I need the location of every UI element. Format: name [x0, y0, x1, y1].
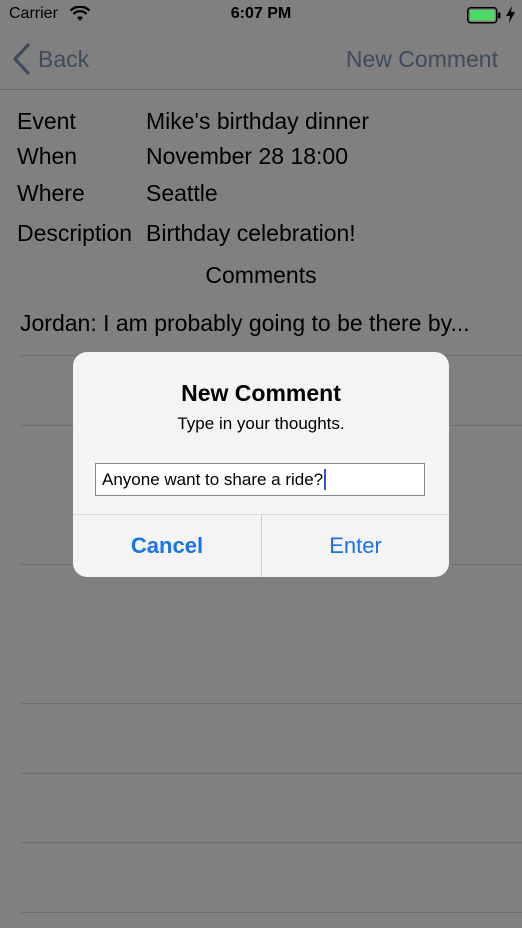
cancel-button[interactable]: Cancel [73, 515, 261, 577]
battery-icon [467, 7, 503, 29]
charging-bolt-icon [506, 6, 515, 28]
status-bar: Carrier 6:07 PM [0, 0, 522, 30]
enter-button[interactable]: Enter [262, 515, 449, 577]
when-value: November 28 18:00 [146, 143, 349, 169]
alert-message: Type in your thoughts. [177, 414, 345, 433]
back-button[interactable]: Back [12, 42, 89, 76]
comment-item[interactable]: Jordan: I am probably going to be there … [20, 310, 510, 337]
list-separator [21, 703, 522, 704]
event-value: Mike's birthday dinner [146, 108, 369, 134]
chevron-left-icon [13, 43, 30, 75]
nav-title: New Comment [345, 46, 498, 72]
text-caret [324, 469, 327, 490]
list-separator [21, 773, 522, 774]
comments-heading: Comments [205, 262, 317, 288]
list-separator [21, 842, 522, 843]
event-label: Event [17, 108, 76, 134]
new-comment-alert: New Comment Type in your thoughts. Anyon… [73, 352, 449, 577]
status-time: 6:07 PM [230, 5, 292, 22]
where-label: Where [17, 180, 85, 206]
when-label: When [17, 143, 78, 169]
where-value: Seattle [146, 180, 218, 206]
back-label: Back [38, 45, 90, 72]
comment-input[interactable]: Anyone want to share a ride? [95, 463, 425, 496]
description-value: Birthday celebration! [146, 220, 356, 246]
alert-title: New Comment [181, 380, 341, 406]
list-separator [21, 912, 522, 913]
description-label: Description [17, 220, 133, 246]
comment-input-text: Anyone want to share a ride? [102, 469, 324, 489]
navigation-bar: Back New Comment [0, 30, 522, 90]
